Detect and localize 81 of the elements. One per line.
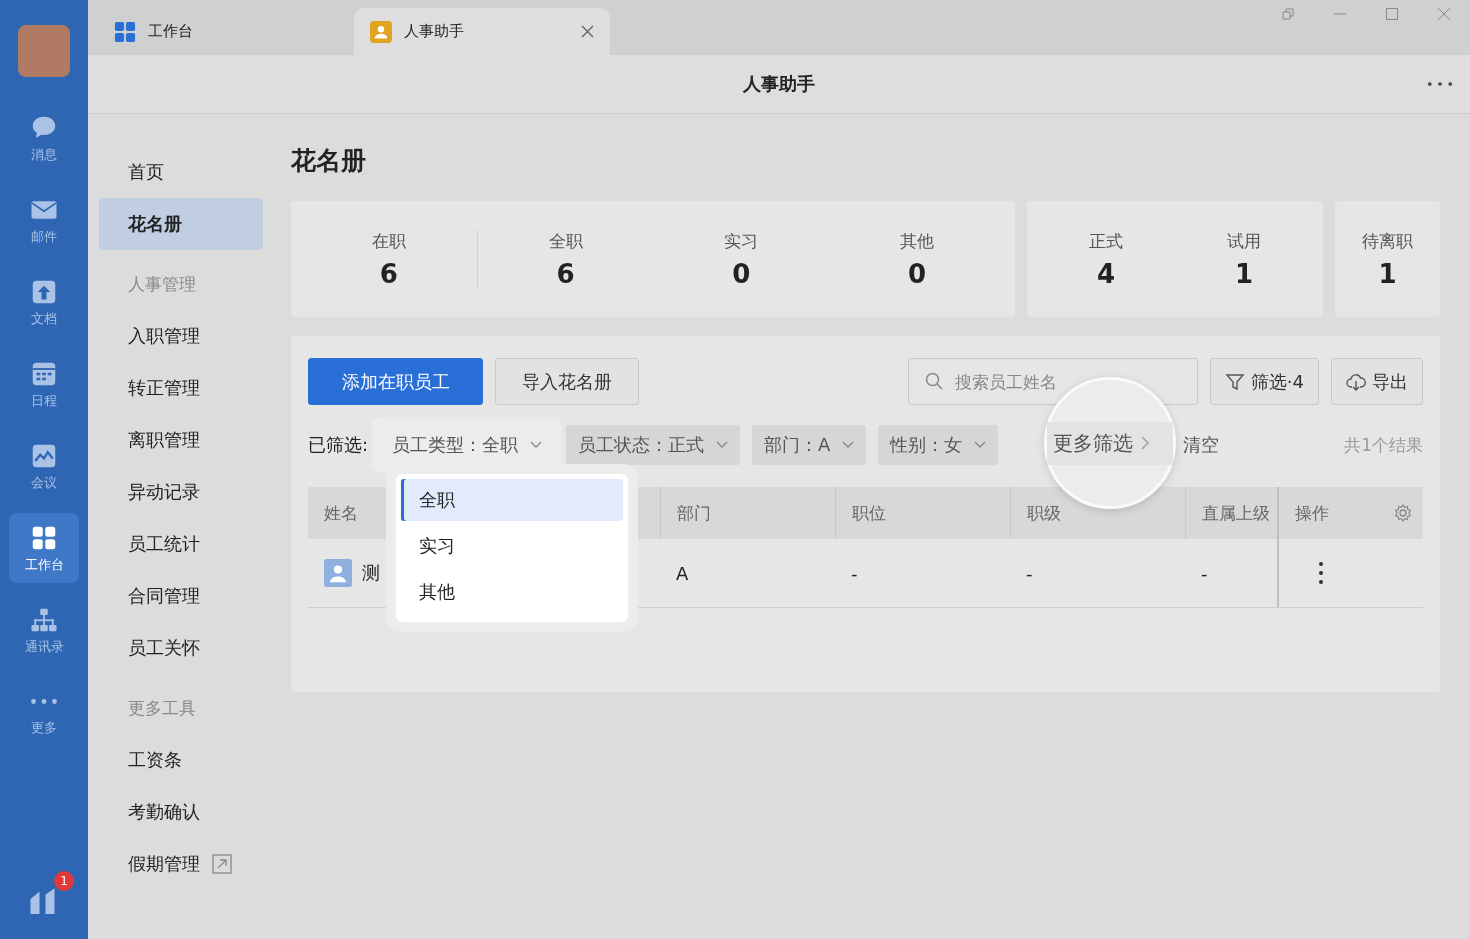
- close-icon[interactable]: [581, 25, 594, 38]
- nav-section-title: 更多工具: [127, 696, 197, 720]
- nav-item[interactable]: 员工关怀: [99, 622, 263, 674]
- chevron-down-icon: [974, 441, 987, 449]
- stat-value: 0: [908, 258, 927, 289]
- nav-item[interactable]: 花名册: [99, 198, 263, 250]
- search-field[interactable]: 搜索员工姓名: [907, 358, 1198, 405]
- search-icon: [923, 371, 944, 391]
- chevron-down-icon: [842, 441, 855, 449]
- stat-label: 待离职: [1362, 229, 1413, 253]
- export-button[interactable]: 导出: [1331, 358, 1423, 405]
- table-cell: -: [1026, 562, 1033, 584]
- dropdown-option[interactable]: 实习: [401, 525, 623, 567]
- column-header: 部门: [677, 501, 711, 525]
- filter-icon: [1224, 371, 1245, 392]
- avatar[interactable]: [18, 25, 70, 77]
- column-header: 职级: [1027, 501, 1061, 525]
- nav-item[interactable]: 合同管理: [99, 570, 263, 622]
- table-cell: -: [1201, 562, 1208, 584]
- stat-label: 全职: [548, 229, 583, 253]
- user-avatar-icon: [324, 559, 352, 587]
- employee-name[interactable]: 测: [362, 561, 380, 585]
- dropdown-option[interactable]: 全职: [401, 479, 623, 521]
- nav-section-title: 人事管理: [127, 272, 197, 296]
- chevron-down-icon: [716, 441, 729, 449]
- stat-value: 4: [1096, 258, 1116, 289]
- maximize-icon[interactable]: [1384, 6, 1400, 22]
- more-icon[interactable]: [1426, 80, 1454, 88]
- table-cell: -: [851, 562, 858, 584]
- table-cell: A: [676, 562, 689, 584]
- nav-item[interactable]: 转正管理: [99, 362, 263, 414]
- more-actions-icon[interactable]: [1318, 561, 1324, 585]
- nav-item[interactable]: 假期管理: [99, 838, 263, 890]
- stat-value: 6: [379, 258, 398, 289]
- stat-label: 在职: [371, 229, 406, 253]
- nav-item[interactable]: 考勤确认: [99, 786, 263, 838]
- nav-item[interactable]: 异动记录: [99, 466, 263, 518]
- filter-dropdown[interactable]: 部门：A: [752, 425, 867, 465]
- tab[interactable]: 人事助手: [354, 8, 610, 55]
- column-header: 职位: [852, 501, 886, 525]
- stat-label: 其他: [900, 229, 935, 253]
- stat-label: 试用: [1227, 229, 1261, 253]
- nav-item[interactable]: 工资条: [99, 734, 263, 786]
- stat-value: 1: [1378, 258, 1397, 289]
- filter-dropdown[interactable]: 员工状态：正式: [566, 425, 741, 465]
- chevron-down-icon: [530, 441, 543, 449]
- external-link-icon: [212, 854, 232, 874]
- filter-dropdown[interactable]: 性别：女: [878, 425, 999, 465]
- more-icon: [29, 697, 59, 706]
- more-filters-button[interactable]: 更多筛选: [1047, 421, 1174, 465]
- page-title: 花名册: [291, 145, 367, 177]
- column-header: 姓名: [324, 501, 358, 525]
- sidebar-item[interactable]: 工作台: [9, 513, 79, 583]
- filter-label: 已筛选:: [308, 433, 369, 457]
- tab[interactable]: 工作台: [98, 8, 354, 55]
- grid-icon: [114, 20, 136, 43]
- nav-item[interactable]: 员工统计: [99, 518, 263, 570]
- stat-value: 6: [556, 258, 575, 289]
- cloud-download-icon: [1346, 371, 1366, 392]
- stat-value: 0: [732, 258, 751, 289]
- result-count: 共1个结果: [1344, 433, 1423, 457]
- close-icon[interactable]: [1436, 6, 1452, 22]
- app-title: 人事助手: [743, 72, 815, 96]
- add-employee-button[interactable]: 添加在职员工: [308, 358, 483, 405]
- dropdown-option[interactable]: 其他: [401, 571, 623, 613]
- settings-icon[interactable]: [1393, 503, 1413, 523]
- stat-label: 正式: [1089, 229, 1123, 253]
- stat-value: 1: [1234, 258, 1254, 289]
- nav-item[interactable]: 首页: [99, 146, 263, 198]
- import-button[interactable]: 导入花名册: [495, 358, 639, 405]
- notification-badge: 1: [54, 871, 74, 891]
- filter-button[interactable]: 筛选·4: [1209, 358, 1319, 405]
- nav-item[interactable]: 入职管理: [99, 310, 263, 362]
- chevron-right-icon: [1141, 436, 1150, 450]
- person-icon: [370, 20, 392, 43]
- nav-item[interactable]: 离职管理: [99, 414, 263, 466]
- stat-label: 实习: [724, 229, 759, 253]
- clear-filters-link[interactable]: 清空: [1183, 433, 1220, 457]
- restore-window-icon[interactable]: [1280, 6, 1296, 22]
- column-header: 操作: [1295, 501, 1329, 525]
- column-header: 直属上级: [1202, 501, 1270, 525]
